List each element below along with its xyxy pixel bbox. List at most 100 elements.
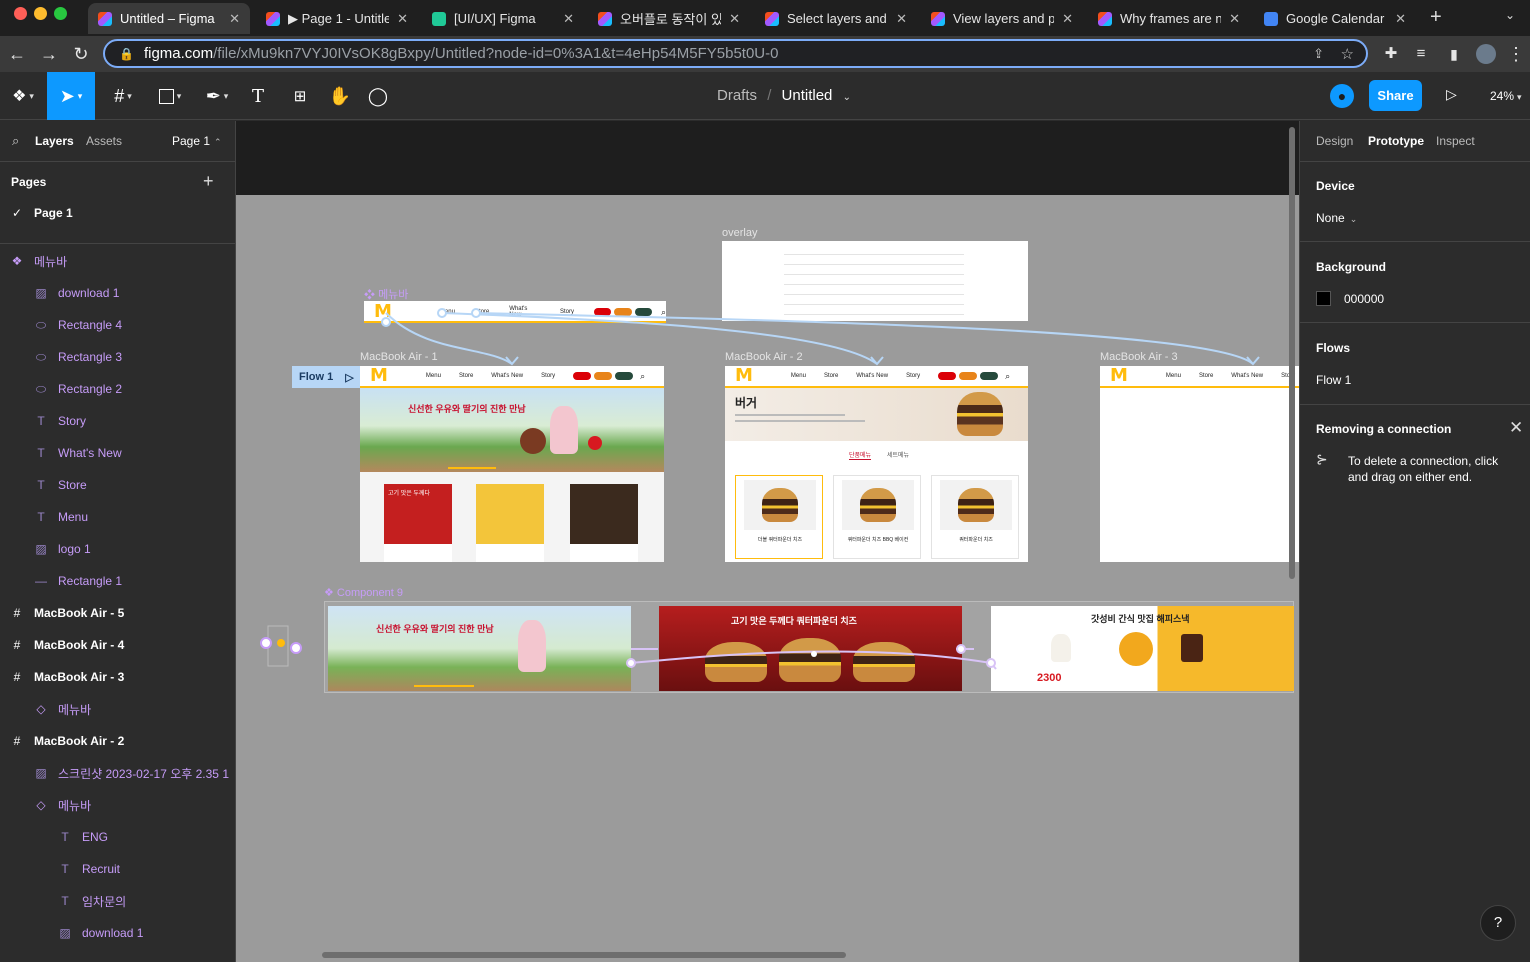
layer-row[interactable]: # MacBook Air - 4 <box>0 629 235 661</box>
layer-row[interactable]: ◇ 메뉴바 <box>0 693 235 725</box>
layer-row[interactable]: T Recruit <box>0 853 235 885</box>
tab-close-icon[interactable]: ✕ <box>896 11 907 27</box>
connection-handle[interactable] <box>437 308 447 318</box>
layer-row[interactable]: # MacBook Air - 2 <box>0 725 235 757</box>
connection-handle[interactable] <box>471 308 481 318</box>
reload-icon[interactable]: ↻ <box>70 43 92 65</box>
layer-row[interactable]: ⬭ Rectangle 3 <box>0 341 235 373</box>
layer-row[interactable]: T Store <box>0 469 235 501</box>
page-select[interactable]: Page 1 ⌃ <box>172 134 222 148</box>
browser-tab-2[interactable]: ▶ Page 1 - Untitle ✕ <box>256 3 418 34</box>
reading-list-icon[interactable]: ≡ <box>1410 43 1432 65</box>
layer-row[interactable]: T 임차문의 <box>0 885 235 917</box>
layer-row[interactable]: — Rectangle 1 <box>0 565 235 597</box>
connection-handle[interactable] <box>956 644 966 654</box>
url-field[interactable]: 🔒 figma.com/file/xMu9kn7VYJ0IVsOK8gBxpy/… <box>103 39 1368 68</box>
tab-close-icon[interactable]: ✕ <box>1062 11 1073 27</box>
tab-list-chevron-icon[interactable]: ⌄ <box>1505 8 1515 22</box>
help-button[interactable]: ? <box>1480 905 1516 941</box>
share-page-icon[interactable]: ⇪ <box>1313 46 1324 62</box>
layer-row[interactable]: # MacBook Air - 3 <box>0 661 235 693</box>
tab-assets[interactable]: Assets <box>86 134 122 148</box>
pen-tool-button[interactable]: ✒ ▾ <box>196 72 238 120</box>
tab-close-icon[interactable]: ✕ <box>229 11 240 27</box>
present-play-icon[interactable]: ▷ <box>1446 86 1457 103</box>
hand-tool-button[interactable]: ✋ <box>326 72 354 120</box>
connection-to-mb2[interactable] <box>441 312 878 365</box>
layer-row[interactable]: ⬭ Rectangle 4 <box>0 309 235 341</box>
horizontal-scrollbar[interactable] <box>322 952 846 958</box>
design-canvas[interactable]: overlay ❖ 메뉴바 M Menu Store What's New St… <box>236 121 1299 962</box>
tab-close-icon[interactable]: ✕ <box>1229 11 1240 27</box>
browser-tab-3[interactable]: [UI/UX] Figma ✕ <box>422 3 584 34</box>
browser-tab-5[interactable]: Select layers and ✕ <box>755 3 917 34</box>
tab-close-icon[interactable]: ✕ <box>729 11 740 27</box>
zoom-window-button[interactable] <box>54 7 67 20</box>
tab-inspect[interactable]: Inspect <box>1436 134 1475 148</box>
file-name[interactable]: Untitled <box>782 87 833 104</box>
profile-avatar[interactable] <box>1476 44 1496 64</box>
tab-close-icon[interactable]: ✕ <box>1395 11 1406 27</box>
connection-handle[interactable] <box>626 658 636 668</box>
forward-arrow-icon[interactable]: → <box>38 43 60 65</box>
browser-menu-icon[interactable]: ⋮ <box>1505 43 1527 65</box>
shape-tool-button[interactable]: ▾ <box>148 72 192 120</box>
layer-row[interactable]: ▨ logo 1 <box>0 533 235 565</box>
connection-to-mb1[interactable] <box>385 312 513 365</box>
browser-tab-1[interactable]: Untitled – Figma ✕ <box>88 3 250 34</box>
share-button[interactable]: Share <box>1369 80 1422 111</box>
layer-row[interactable]: ◇ 메뉴바 <box>0 789 235 821</box>
flow-item[interactable]: Flow 1 <box>1316 373 1351 387</box>
close-icon[interactable]: ✕ <box>1509 418 1523 438</box>
connection-handle[interactable] <box>381 317 391 327</box>
new-tab-button[interactable]: + <box>1430 6 1442 29</box>
background-color-swatch[interactable] <box>1316 291 1331 306</box>
connection-handle[interactable] <box>986 658 996 668</box>
browser-tab-4[interactable]: 오버플로 동작이 있는 ✕ <box>588 3 750 34</box>
main-menu-button[interactable]: ❖ ▾ <box>0 72 46 120</box>
layer-row[interactable]: ▨ download 1 <box>0 917 235 949</box>
layer-row[interactable]: T Menu <box>0 501 235 533</box>
layer-row[interactable]: ⬭ Rectangle 2 <box>0 373 235 405</box>
breadcrumb-drafts[interactable]: Drafts <box>717 87 757 104</box>
extensions-icon[interactable]: ✚ <box>1380 43 1402 65</box>
user-avatar[interactable]: ● <box>1330 84 1354 108</box>
layer-row[interactable]: T ENG <box>0 821 235 853</box>
search-icon[interactable]: ⌕ <box>12 133 19 149</box>
back-arrow-icon[interactable]: ← <box>6 43 28 65</box>
side-panel-icon[interactable]: ▮ <box>1443 43 1465 65</box>
move-tool-button[interactable]: ➤ ▾ <box>47 72 95 120</box>
chevron-down-icon[interactable]: ⌄ <box>843 92 851 103</box>
prototype-connections[interactable] <box>236 121 1299 962</box>
connection-handle[interactable] <box>811 651 817 657</box>
comment-tool-button[interactable]: ◯ <box>364 72 392 120</box>
frame-tool-button[interactable]: # ▾ <box>100 72 146 120</box>
component-connection-1[interactable] <box>630 650 992 664</box>
component-trigger-node[interactable] <box>260 625 302 667</box>
resources-button[interactable]: ⊞ <box>286 72 314 120</box>
layer-row[interactable]: # MacBook Air - 5 <box>0 597 235 629</box>
layer-row[interactable]: T What's New <box>0 437 235 469</box>
vertical-scrollbar[interactable] <box>1289 127 1295 579</box>
zoom-level[interactable]: 24% ▾ <box>1490 89 1522 103</box>
device-select[interactable]: None ⌄ <box>1316 211 1357 225</box>
bookmark-star-icon[interactable]: ☆ <box>1341 45 1354 63</box>
text-tool-button[interactable]: T <box>244 72 272 120</box>
browser-tab-7[interactable]: Why frames are no ✕ <box>1088 3 1250 34</box>
background-hex-input[interactable]: 000000 <box>1344 292 1384 306</box>
close-window-button[interactable] <box>14 7 27 20</box>
tab-close-icon[interactable]: ✕ <box>397 11 408 27</box>
layer-row[interactable]: ❖ 메뉴바 <box>0 245 235 277</box>
layer-row[interactable]: T Story <box>0 405 235 437</box>
layer-row[interactable]: ▨ download 1 <box>0 277 235 309</box>
tab-close-icon[interactable]: ✕ <box>563 11 574 27</box>
add-page-plus-icon[interactable]: + <box>203 171 214 192</box>
browser-tab-6[interactable]: View layers and p ✕ <box>921 3 1083 34</box>
tab-prototype[interactable]: Prototype <box>1368 134 1424 148</box>
layer-row[interactable]: ▨ 스크린샷 2023-02-17 오후 2.35 1 <box>0 757 235 789</box>
page-item[interactable]: ✓ Page 1 <box>0 197 235 229</box>
tab-design[interactable]: Design <box>1316 134 1353 148</box>
browser-tab-8[interactable]: Google Calendar ✕ <box>1254 3 1416 34</box>
minimize-window-button[interactable] <box>34 7 47 20</box>
tab-layers[interactable]: Layers <box>35 134 74 148</box>
